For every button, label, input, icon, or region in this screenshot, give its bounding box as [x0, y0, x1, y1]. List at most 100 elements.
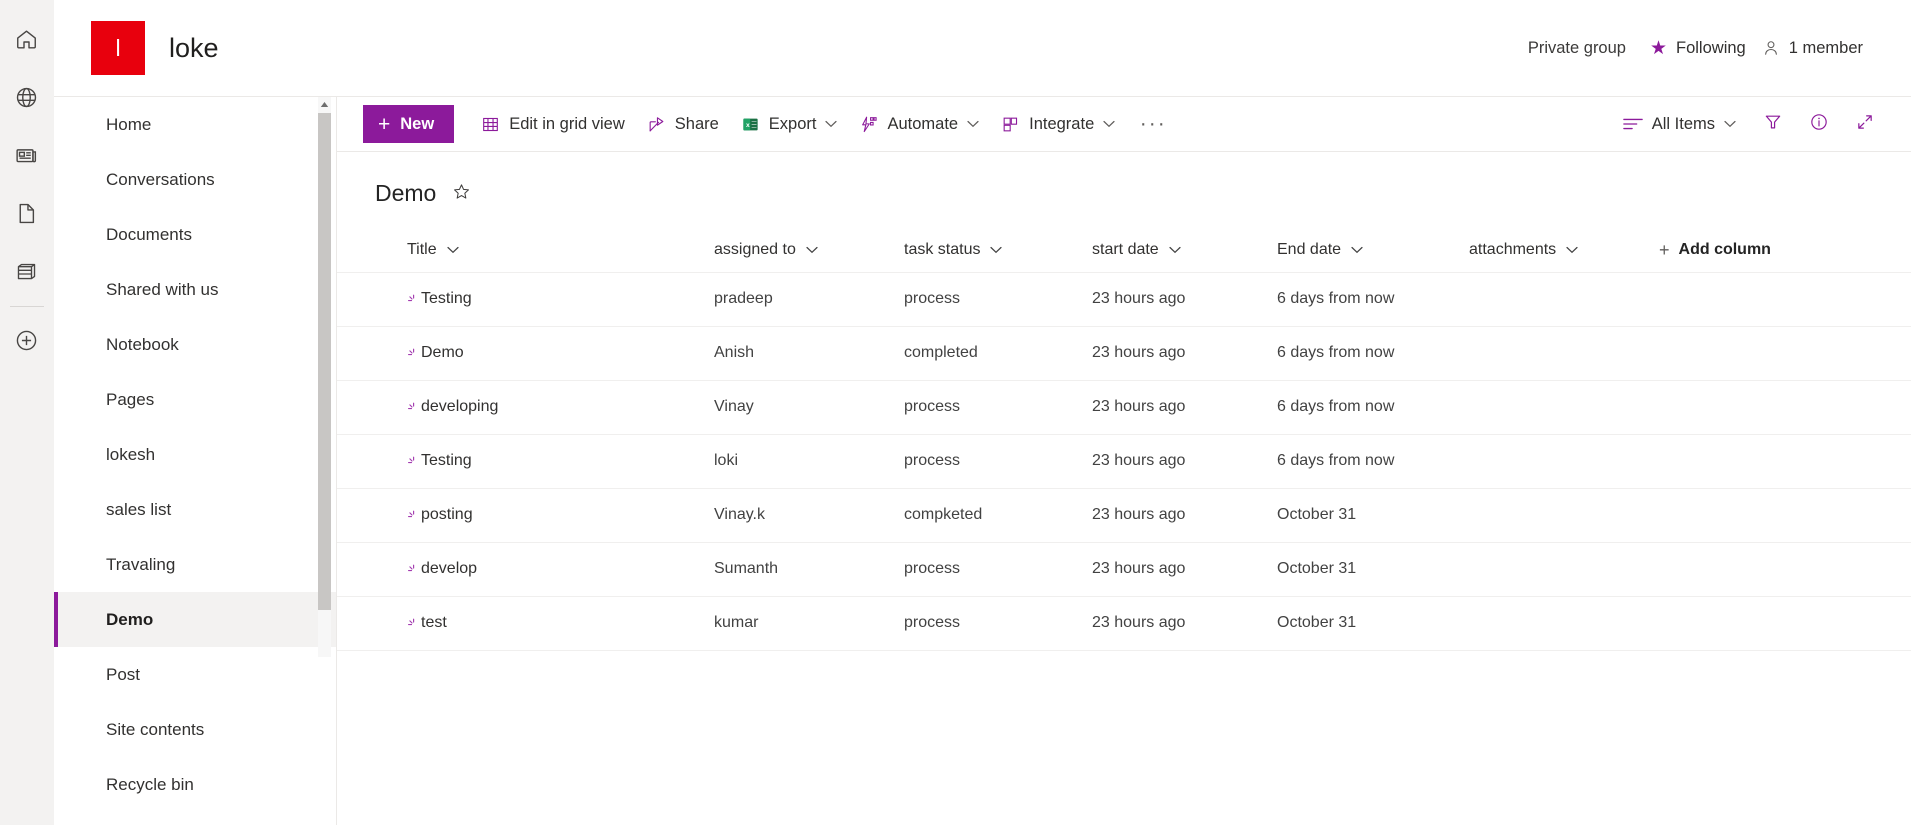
item-title-link[interactable]: developing — [421, 398, 498, 416]
cell-title[interactable]: Testing — [407, 272, 714, 326]
sidebar-item-home[interactable]: Home — [54, 97, 337, 152]
sidebar-item-notebook[interactable]: Notebook — [54, 317, 337, 372]
item-title-link[interactable]: test — [421, 614, 447, 632]
row-select-cell[interactable] — [337, 272, 407, 326]
table-row[interactable]: Testing pradeep process 23 hours ago 6 days … — [337, 272, 1911, 326]
sidebar-item-site-contents[interactable]: Site contents — [54, 702, 337, 757]
nav-list: Home Conversations Documents Shared with us… — [54, 97, 337, 812]
scroll-up-arrow-icon[interactable] — [318, 97, 331, 111]
column-header-assigned-to[interactable]: assigned to — [714, 229, 904, 272]
table-row[interactable]: Demo Anish completed 23 hours ago 6 days fro… — [337, 326, 1911, 380]
row-select-cell[interactable] — [337, 596, 407, 650]
cell-assigned-to: loki — [714, 434, 904, 488]
automate-button[interactable]: Automate — [848, 104, 990, 144]
filter-button[interactable] — [1753, 104, 1793, 144]
chevron-down-icon — [1566, 246, 1578, 254]
row-select-cell[interactable] — [337, 434, 407, 488]
following-label: Following — [1676, 38, 1746, 57]
add-column-header[interactable]: + Add column — [1659, 229, 1911, 272]
new-button[interactable]: + New — [363, 105, 455, 143]
overflow-menu-button[interactable]: ··· — [1132, 104, 1174, 144]
automate-flow-icon — [859, 115, 878, 134]
item-title-link[interactable]: Testing — [421, 290, 472, 308]
plus-icon: + — [378, 112, 391, 136]
members-button[interactable]: 1 member — [1754, 33, 1871, 64]
sidebar-item-post[interactable]: Post — [54, 647, 337, 702]
expand-button[interactable] — [1845, 104, 1885, 144]
edit-in-grid-view-button[interactable]: Edit in grid view — [470, 104, 636, 144]
column-header-title[interactable]: Title — [407, 229, 714, 272]
cell-title[interactable]: posting — [407, 488, 714, 542]
integrate-button[interactable]: Integrate — [990, 104, 1126, 144]
view-selector-button[interactable]: All Items — [1612, 104, 1747, 144]
row-select-cell[interactable] — [337, 488, 407, 542]
share-button[interactable]: Share — [636, 104, 730, 144]
column-header-task-status[interactable]: task status — [904, 229, 1092, 272]
cell-title[interactable]: developing — [407, 380, 714, 434]
cell-attachments — [1469, 380, 1659, 434]
favorite-button[interactable] — [452, 182, 471, 206]
site-logo[interactable]: l — [91, 21, 145, 75]
item-title-link[interactable]: Demo — [421, 344, 464, 362]
rail-pages-button[interactable] — [5, 184, 49, 242]
export-button[interactable]: x Export — [730, 104, 849, 144]
row-select-column-header — [337, 229, 407, 272]
cell-assigned-to: pradeep — [714, 272, 904, 326]
following-button[interactable]: ★ Following — [1642, 33, 1754, 64]
sidebar-item-label: Shared with us — [106, 279, 219, 299]
sidebar-item-label: Demo — [106, 609, 154, 629]
rail-create-button[interactable] — [5, 311, 49, 369]
column-header-start-date[interactable]: start date — [1092, 229, 1277, 272]
nav-scrollbar[interactable] — [318, 97, 331, 657]
rail-lists-button[interactable] — [5, 242, 49, 300]
sidebar-item-pages[interactable]: Pages — [54, 372, 337, 427]
integrate-icon — [1001, 115, 1020, 134]
rail-news-button[interactable] — [5, 126, 49, 184]
sidebar-item-sales-list[interactable]: sales list — [54, 482, 337, 537]
cell-task-status: process — [904, 434, 1092, 488]
sidebar-item-travaling[interactable]: Travaling — [54, 537, 337, 592]
column-header-end-date[interactable]: End date — [1277, 229, 1469, 272]
new-item-sparkle-icon — [407, 294, 420, 307]
new-item-sparkle-icon — [407, 348, 420, 361]
cell-spacer — [1659, 326, 1911, 380]
table-row[interactable]: developing Vinay process 23 hours ago 6 days… — [337, 380, 1911, 434]
cell-title[interactable]: develop — [407, 542, 714, 596]
cell-end-date: 6 days from now — [1277, 272, 1469, 326]
table-row[interactable]: Testing loki process 23 hours ago 6 days fro… — [337, 434, 1911, 488]
row-select-cell[interactable] — [337, 326, 407, 380]
cell-title[interactable]: Testing — [407, 434, 714, 488]
rail-home-button[interactable] — [5, 10, 49, 68]
row-select-cell[interactable] — [337, 542, 407, 596]
item-title-link[interactable]: Testing — [421, 452, 472, 470]
item-title-link[interactable]: posting — [421, 506, 473, 524]
sidebar-item-shared-with-us[interactable]: Shared with us — [54, 262, 337, 317]
column-header-label: task status — [904, 241, 981, 259]
site-title[interactable]: loke — [169, 33, 219, 64]
table-row[interactable]: develop Sumanth process 23 hours ago October… — [337, 542, 1911, 596]
table-row[interactable]: posting Vinay.k compketed 23 hours ago Octob… — [337, 488, 1911, 542]
details-info-button[interactable] — [1799, 104, 1839, 144]
sidebar-item-documents[interactable]: Documents — [54, 207, 337, 262]
sidebar-item-label: Recycle bin — [106, 774, 194, 794]
column-header-attachments[interactable]: attachments — [1469, 229, 1659, 272]
cell-task-status: compketed — [904, 488, 1092, 542]
sidebar-item-recycle-bin[interactable]: Recycle bin — [54, 757, 337, 812]
sidebar-item-demo[interactable]: Demo — [54, 592, 337, 647]
sidebar-item-lokesh[interactable]: lokesh — [54, 427, 337, 482]
sidebar-item-label: Notebook — [106, 334, 179, 354]
rail-mysites-button[interactable] — [5, 68, 49, 126]
add-column-button[interactable]: + Add column — [1659, 241, 1911, 259]
cell-attachments — [1469, 326, 1659, 380]
cell-start-date: 23 hours ago — [1092, 434, 1277, 488]
cell-spacer — [1659, 596, 1911, 650]
table-row[interactable]: test kumar process 23 hours ago October 31 — [337, 596, 1911, 650]
sidebar-item-conversations[interactable]: Conversations — [54, 152, 337, 207]
site-header: l loke — [54, 0, 337, 96]
nav-scrollbar-thumb[interactable] — [318, 113, 331, 610]
cell-title[interactable]: Demo — [407, 326, 714, 380]
sharepoint-list-page: l loke Home Conversations Documents Shared … — [0, 0, 1911, 825]
cell-title[interactable]: test — [407, 596, 714, 650]
row-select-cell[interactable] — [337, 380, 407, 434]
item-title-link[interactable]: develop — [421, 560, 477, 578]
